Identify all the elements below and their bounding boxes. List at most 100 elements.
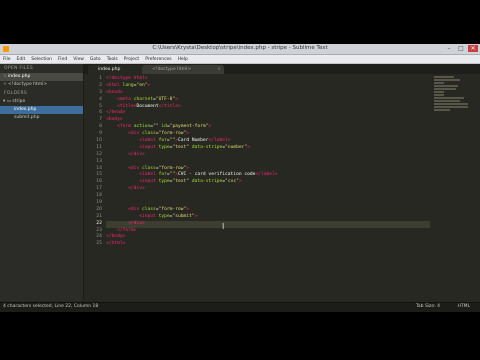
code-line[interactable]: <input type="submit">: [106, 214, 430, 221]
syntax-setting[interactable]: HTML: [457, 304, 470, 309]
code-token: <form: [117, 124, 134, 130]
code-editor[interactable]: <!doctype html> <html lang="en"> <head> <m…: [106, 76, 430, 302]
open-file-doctype[interactable]: × <!doctype html>: [0, 81, 83, 89]
code-token: <input: [139, 179, 159, 185]
code-token: <title>: [117, 103, 137, 109]
tab-doctype[interactable]: <!doctype html> ×: [142, 65, 224, 74]
menu-file[interactable]: File: [0, 57, 14, 62]
code-line[interactable]: [106, 200, 430, 207]
code-line[interactable]: [106, 193, 430, 200]
folders-header: FOLDERS: [4, 91, 28, 96]
code-line[interactable]: </div>: [106, 186, 430, 193]
minimap[interactable]: [430, 76, 480, 146]
maximize-button[interactable]: □: [456, 45, 466, 52]
tab-bar: index.php × <!doctype html> ×: [84, 64, 480, 74]
code-line[interactable]: [106, 159, 430, 166]
file-submit[interactable]: submit.php: [0, 114, 83, 122]
code-line[interactable]: <div class="form-row">: [106, 131, 430, 138]
open-files-header: OPEN FILES: [4, 66, 34, 71]
title-bar: C:\Users\Krysta\Desktop\stripe\index.php…: [0, 44, 480, 55]
code-token: class: [141, 131, 156, 137]
menu-find[interactable]: Find: [55, 57, 70, 62]
code-token: "form-row": [158, 206, 187, 212]
menu-project[interactable]: Project: [121, 57, 142, 62]
code-token: Card Number: [178, 138, 209, 144]
code-line[interactable]: </div>: [106, 152, 430, 159]
code-line[interactable]: <title>Document</title>: [106, 104, 430, 111]
code-token: </html>: [106, 241, 126, 247]
sublime-window: C:\Users\Krysta\Desktop\stripe\index.php…: [0, 44, 480, 312]
code-token: data-stripe: [191, 144, 223, 150]
menu-goto[interactable]: Goto: [87, 57, 104, 62]
code-line[interactable]: <head>: [106, 90, 430, 97]
open-file-label: <!doctype html>: [8, 82, 48, 87]
text-cursor-icon: I: [222, 222, 225, 231]
file-index[interactable]: index.php: [0, 106, 83, 114]
line-number: 3: [99, 89, 102, 95]
code-token: <head>: [106, 89, 123, 95]
menu-tools[interactable]: Tools: [104, 57, 121, 62]
code-token: >: [186, 165, 190, 171]
code-line[interactable]: <input type="text" data-stripe="number">: [106, 145, 430, 152]
code-token: >: [147, 82, 151, 88]
menu-edit[interactable]: Edit: [14, 57, 29, 62]
close-file-icon[interactable]: ×: [3, 81, 7, 89]
code-token: "cvc": [225, 179, 239, 185]
line-number: 2: [99, 82, 102, 88]
code-token: charset: [133, 96, 154, 102]
code-line[interactable]: <html lang="en">: [106, 83, 430, 90]
minimize-button[interactable]: –: [444, 45, 454, 52]
code-token: <label: [139, 138, 159, 144]
menu-view[interactable]: View: [70, 57, 87, 62]
tab-size-setting[interactable]: Tab Size: 4: [416, 304, 440, 309]
line-number-gutter: 1 2 3 4 5 6 7 8 9 10 11 12 13 14 15 16 17 18 19 20 21 22 23 24 2…: [84, 76, 102, 302]
code-token: class: [141, 206, 156, 212]
code-token: <html: [106, 82, 123, 88]
code-token: Document: [136, 103, 159, 109]
line-number: 22: [96, 220, 102, 226]
open-file-label: index.php: [8, 74, 31, 79]
line-number: 19: [96, 200, 102, 206]
line-number: 20: [96, 206, 102, 212]
code-line[interactable]: </head>: [106, 110, 430, 117]
code-token: "form-row": [158, 165, 187, 171]
code-token: <input: [139, 144, 159, 150]
menu-preferences[interactable]: Preferences: [142, 57, 174, 62]
menu-selection[interactable]: Selection: [28, 57, 55, 62]
code-token: >: [186, 131, 190, 137]
code-token: "text": [172, 144, 190, 150]
code-line[interactable]: <input type="text" data-stripe="cvc">: [106, 179, 430, 186]
line-number: 13: [96, 158, 102, 164]
code-token: </label>: [208, 138, 231, 144]
code-line[interactable]: </body>: [106, 234, 430, 241]
code-line[interactable]: <div class="form-row">: [106, 207, 430, 214]
code-token: </form>: [117, 227, 137, 233]
close-file-icon[interactable]: ×: [3, 73, 7, 81]
code-line[interactable]: </div>: [106, 220, 430, 228]
code-token: for: [158, 138, 167, 144]
code-line[interactable]: <meta charset="UTF-8">: [106, 97, 430, 104]
tab-close-icon[interactable]: ×: [217, 65, 221, 74]
code-line[interactable]: </form>: [106, 228, 430, 235]
code-token: "payment-form": [169, 124, 209, 130]
line-number: 4: [99, 96, 102, 102]
code-token: CVC - card verification code: [178, 172, 256, 178]
code-line[interactable]: <!doctype html>: [106, 76, 430, 83]
code-token: "number": [225, 144, 248, 150]
close-button[interactable]: ✕: [468, 45, 478, 52]
code-line[interactable]: </html>: [106, 241, 430, 248]
code-token: <!doctype html>: [106, 76, 148, 81]
menu-help[interactable]: Help: [175, 57, 191, 62]
folder-stripe[interactable]: ▾ ▭ stripe: [0, 98, 83, 106]
code-token: </label>: [255, 172, 278, 178]
open-file-index[interactable]: × index.php: [0, 73, 83, 81]
code-line[interactable]: <label for="">Card Number</label>: [106, 138, 430, 145]
line-number: 18: [96, 193, 102, 199]
line-number: 10: [96, 138, 102, 144]
